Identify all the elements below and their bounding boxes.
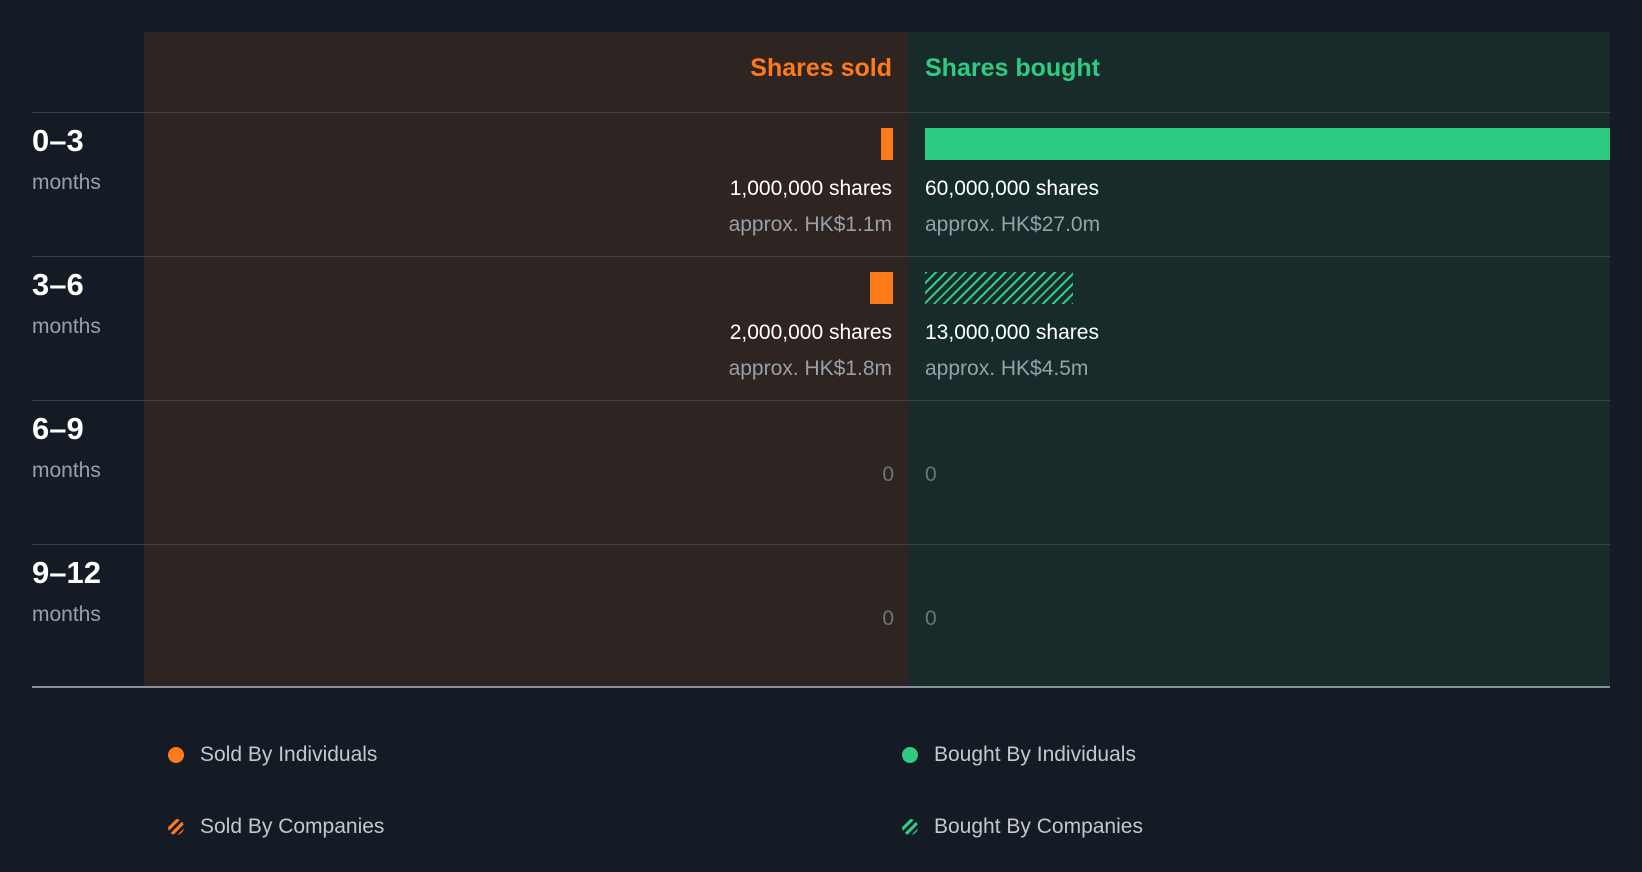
bought-shares-label: 13,000,000 shares <box>925 321 1099 344</box>
sold-shares-label: 1,000,000 shares <box>729 177 892 200</box>
hatched-dot-icon <box>902 819 918 835</box>
dot-icon <box>168 747 184 763</box>
sold-value-label: approx. HK$1.8m <box>728 357 892 380</box>
period-unit-label: months <box>32 603 101 626</box>
legend-label: Bought By Individuals <box>934 743 1136 766</box>
period-label: 9–12 <box>32 555 101 590</box>
bought-zero-label: 0 <box>925 463 937 486</box>
bought-bar[interactable] <box>925 272 1073 304</box>
chart-row: 9–12 months 0 0 <box>0 545 1642 689</box>
shares-sold-header: Shares sold <box>750 54 892 82</box>
hatched-dot-icon <box>168 819 184 835</box>
legend-label: Sold By Individuals <box>200 743 378 766</box>
sold-bar[interactable] <box>870 272 893 304</box>
legend-item[interactable]: Sold By Individuals <box>168 740 377 770</box>
chart-row: 0–3 months 1,000,000 shares approx. HK$1.1m… <box>0 113 1642 257</box>
bought-value-label: approx. HK$27.0m <box>925 213 1101 236</box>
sold-zero-label: 0 <box>882 607 894 630</box>
sold-bar[interactable] <box>881 128 893 160</box>
period-label: 3–6 <box>32 267 84 302</box>
period-unit-label: months <box>32 459 101 482</box>
bought-zero-label: 0 <box>925 607 937 630</box>
period-unit-label: months <box>32 171 101 194</box>
bought-value-label: approx. HK$4.5m <box>925 357 1089 380</box>
insider-trading-chart: Shares sold Shares bought 0–3 months 1,000… <box>0 0 1642 872</box>
sold-zero-label: 0 <box>882 463 894 486</box>
period-unit-label: months <box>32 315 101 338</box>
legend-item[interactable]: Bought By Individuals <box>902 740 1136 770</box>
dot-icon <box>902 747 918 763</box>
sold-value-label: approx. HK$1.1m <box>728 213 892 236</box>
shares-bought-header: Shares bought <box>925 54 1101 82</box>
bought-bar[interactable] <box>925 128 1610 160</box>
chart-row: 3–6 months 2,000,000 shares approx. HK$1.8m… <box>0 257 1642 401</box>
legend-label: Sold By Companies <box>200 815 385 838</box>
legend-item[interactable]: Sold By Companies <box>168 812 384 842</box>
chart-row: 6–9 months 0 0 <box>0 401 1642 545</box>
legend-label: Bought By Companies <box>934 815 1143 838</box>
bought-shares-label: 60,000,000 shares <box>925 177 1099 200</box>
sold-shares-label: 2,000,000 shares <box>729 321 892 344</box>
legend-item[interactable]: Bought By Companies <box>902 812 1143 842</box>
period-label: 6–9 <box>32 411 84 446</box>
period-label: 0–3 <box>32 123 84 158</box>
